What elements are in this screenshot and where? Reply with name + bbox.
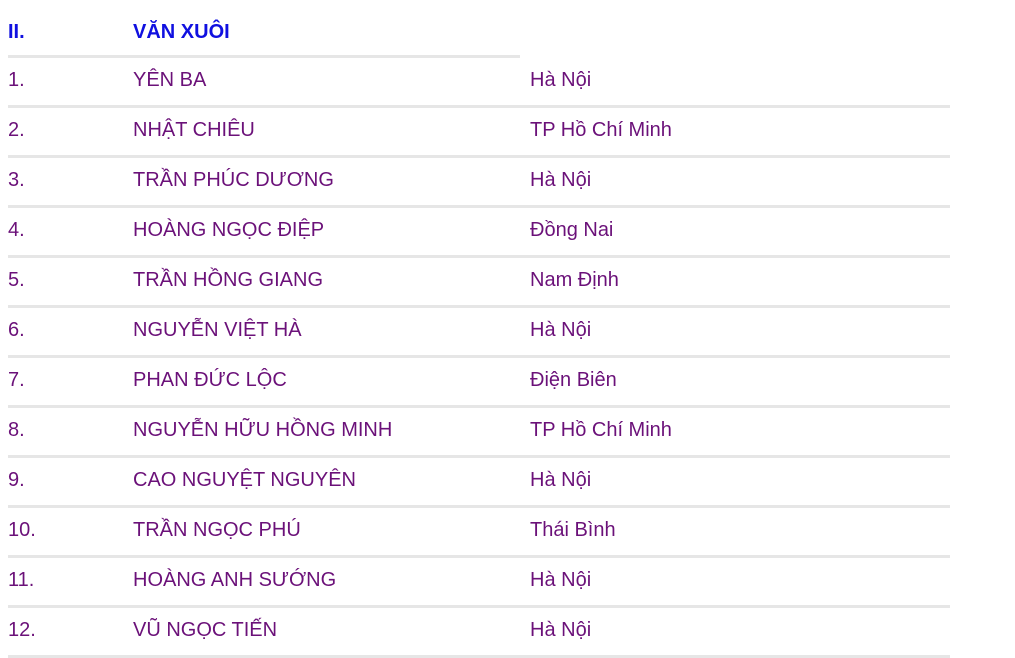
table-row: 12. VŨ NGỌC TIẾN Hà Nội: [8, 608, 950, 658]
table-row: 4. HOÀNG NGỌC ĐIỆP Đồng Nai: [8, 208, 950, 258]
row-place: Nam Định: [530, 269, 619, 291]
row-name: NGUYỄN VIỆT HÀ: [133, 319, 302, 341]
row-index: 10.: [8, 519, 36, 541]
row-name: YÊN BA: [133, 69, 207, 91]
row-place: Thái Bình: [530, 519, 616, 541]
row-name: PHAN ĐỨC LỘC: [133, 369, 287, 391]
row-index: 1.: [8, 69, 25, 91]
table-row: 1. YÊN BA Hà Nội: [8, 58, 950, 108]
row-name: HOÀNG NGỌC ĐIỆP: [133, 219, 325, 241]
row-index: 3.: [8, 169, 25, 191]
row-place: Điện Biên: [530, 369, 617, 391]
row-name: HOÀNG ANH SƯỚNG: [133, 569, 337, 591]
table-row: 11. HOÀNG ANH SƯỚNG Hà Nội: [8, 558, 950, 608]
row-place: Hà Nội: [530, 69, 592, 91]
table-row: 8. NGUYỄN HỮU HỒNG MINH TP Hồ Chí Minh: [8, 408, 950, 458]
table-row: 7. PHAN ĐỨC LỘC Điện Biên: [8, 358, 950, 408]
author-list: 1. YÊN BA Hà Nội 2. NHẬT CHIÊU TP Hồ Chí…: [8, 58, 950, 658]
table-row: 2. NHẬT CHIÊU TP Hồ Chí Minh: [8, 108, 950, 158]
table-row: 10. TRẦN NGỌC PHÚ Thái Bình: [8, 508, 950, 558]
row-place: Hà Nội: [530, 569, 592, 591]
row-place: Hà Nội: [530, 619, 592, 641]
table-row: 9. CAO NGUYỆT NGUYÊN Hà Nội: [8, 458, 950, 508]
row-index: 11.: [8, 569, 35, 591]
row-name: TRẦN HỒNG GIANG: [133, 269, 324, 291]
row-name: VŨ NGỌC TIẾN: [133, 619, 278, 641]
row-index: 8.: [8, 419, 25, 441]
row-place: Hà Nội: [530, 319, 592, 341]
row-name: CAO NGUYỆT NGUYÊN: [133, 469, 356, 491]
row-place: TP Hồ Chí Minh: [530, 119, 672, 141]
row-index: 5.: [8, 269, 25, 291]
section-number: II.: [8, 21, 25, 43]
row-place: Đồng Nai: [530, 219, 614, 241]
row-index: 2.: [8, 119, 25, 141]
row-index: 12.: [8, 619, 36, 641]
row-place: Hà Nội: [530, 469, 592, 491]
section-header: II. VĂN XUÔI: [8, 7, 520, 58]
section-title: VĂN XUÔI: [133, 21, 230, 43]
row-index: 7.: [8, 369, 25, 391]
row-index: 4.: [8, 219, 25, 241]
row-name: NHẬT CHIÊU: [133, 119, 255, 141]
row-name: TRẦN PHÚC DƯƠNG: [133, 169, 334, 191]
row-name: TRẦN NGỌC PHÚ: [133, 519, 301, 541]
row-index: 6.: [8, 319, 25, 341]
row-place: Hà Nội: [530, 169, 592, 191]
row-place: TP Hồ Chí Minh: [530, 419, 672, 441]
table-row: 5. TRẦN HỒNG GIANG Nam Định: [8, 258, 950, 308]
row-name: NGUYỄN HỮU HỒNG MINH: [133, 419, 393, 441]
table-row: 3. TRẦN PHÚC DƯƠNG Hà Nội: [8, 158, 950, 208]
table-row: 6. NGUYỄN VIỆT HÀ Hà Nội: [8, 308, 950, 358]
row-index: 9.: [8, 469, 25, 491]
